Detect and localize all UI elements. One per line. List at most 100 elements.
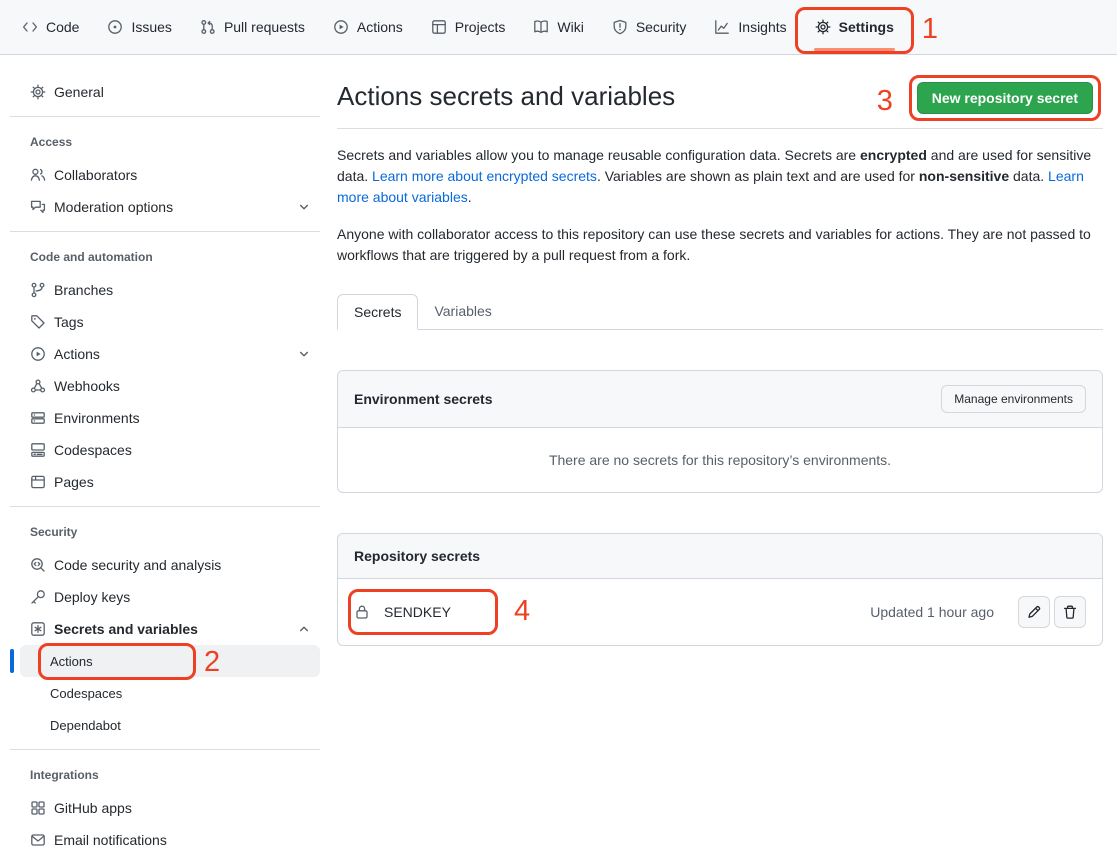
sidebar-item-codespaces[interactable]: Codespaces	[10, 434, 320, 466]
sidebar-item-general[interactable]: General	[10, 76, 320, 108]
tab-secrets[interactable]: Secrets	[337, 294, 418, 330]
sidebar-item-branches[interactable]: Branches	[10, 274, 320, 306]
sidebar-section-title-code-automation: Code and automation	[10, 240, 320, 274]
sidebar-item-pages[interactable]: Pages	[10, 466, 320, 498]
divider	[10, 506, 320, 507]
tab-code[interactable]: Code	[14, 11, 87, 43]
annotation-number-2: 2	[204, 648, 220, 677]
sidebar-subitem-actions[interactable]: Actions 2	[20, 645, 320, 677]
sidebar-section-title-access: Access	[10, 125, 320, 159]
key-icon	[30, 589, 46, 605]
tab-actions[interactable]: Actions	[325, 11, 411, 43]
tab-variables[interactable]: Variables	[418, 294, 507, 329]
sidebar-item-deploy-keys[interactable]: Deploy keys	[10, 581, 320, 613]
intro-text: .	[468, 189, 472, 205]
environment-secrets-card: Environment secrets Manage environments …	[337, 370, 1103, 493]
sidebar-item-actions[interactable]: Actions	[10, 338, 320, 370]
sidebar-item-secrets-and-variables[interactable]: Secrets and variables	[10, 613, 320, 645]
sidebar-item-label: Actions	[54, 346, 100, 362]
sidebar-subitem-codespaces[interactable]: Codespaces	[20, 677, 320, 709]
secret-updated-text: Updated 1 hour ago	[870, 604, 994, 620]
tab-label: Issues	[131, 19, 171, 35]
code-scan-icon	[30, 557, 46, 573]
tab-issues[interactable]: Issues	[99, 11, 179, 43]
tab-security[interactable]: Security	[604, 11, 695, 43]
sidebar-item-collaborators[interactable]: Collaborators	[10, 159, 320, 191]
sidebar-section-title-security: Security	[10, 515, 320, 549]
shield-icon	[612, 19, 628, 35]
manage-environments-button[interactable]: Manage environments	[941, 385, 1086, 413]
tab-pull-requests[interactable]: Pull requests	[192, 11, 313, 43]
sidebar-item-environments[interactable]: Environments	[10, 402, 320, 434]
key-asterisk-icon	[30, 621, 46, 637]
divider	[10, 231, 320, 232]
settings-sidebar: General Access Collaborators Moderation …	[10, 76, 320, 856]
link-learn-encrypted-secrets[interactable]: Learn more about encrypted secrets	[372, 168, 597, 184]
tag-icon	[30, 314, 46, 330]
environment-secrets-header: Environment secrets Manage environments	[338, 371, 1102, 428]
table-icon	[431, 19, 447, 35]
tab-label: Settings	[839, 19, 894, 35]
intro-bold-encrypted: encrypted	[860, 147, 927, 163]
secret-row: SENDKEY Updated 1 hour ago 4	[338, 579, 1102, 645]
gear-icon	[30, 84, 46, 100]
sidebar-item-label: General	[54, 84, 104, 100]
sidebar-item-email-notifications[interactable]: Email notifications	[10, 824, 320, 856]
secret-row-actions: Updated 1 hour ago	[870, 596, 1086, 628]
browser-icon	[30, 474, 46, 490]
delete-secret-button[interactable]	[1054, 596, 1086, 628]
divider	[10, 116, 320, 117]
chevron-up-icon	[298, 623, 310, 635]
comment-discussion-icon	[30, 199, 46, 215]
repository-secrets-header: Repository secrets	[338, 534, 1102, 579]
sidebar-item-code-security[interactable]: Code security and analysis	[10, 549, 320, 581]
annotation-number-4: 4	[514, 597, 530, 626]
secret-name: SENDKEY	[384, 604, 451, 620]
sidebar-item-tags[interactable]: Tags	[10, 306, 320, 338]
environment-secrets-empty-text: There are no secrets for this repository…	[338, 428, 1102, 492]
intro-text: data.	[1009, 168, 1048, 184]
divider	[10, 749, 320, 750]
edit-secret-button[interactable]	[1018, 596, 1050, 628]
sidebar-item-label: Tags	[54, 314, 84, 330]
graph-icon	[714, 19, 730, 35]
page-title-row: Actions secrets and variables New reposi…	[337, 80, 1103, 129]
sidebar-item-label: Pages	[54, 474, 94, 490]
tab-label: Actions	[357, 19, 403, 35]
sidebar-item-label: Secrets and variables	[54, 621, 198, 637]
sidebar-item-label: Dependabot	[50, 718, 121, 733]
sidebar-item-label: Webhooks	[54, 378, 120, 394]
sidebar-item-webhooks[interactable]: Webhooks	[10, 370, 320, 402]
sidebar-item-github-apps[interactable]: GitHub apps	[10, 792, 320, 824]
tab-label: Code	[46, 19, 79, 35]
trash-icon	[1062, 604, 1078, 620]
sidebar-item-label: Codespaces	[50, 686, 122, 701]
main-content: Actions secrets and variables New reposi…	[337, 75, 1103, 646]
sidebar-item-label: Email notifications	[54, 832, 167, 848]
git-branch-icon	[30, 282, 46, 298]
sidebar-section-title-integrations: Integrations	[10, 758, 320, 792]
annotation-number-3: 3	[877, 87, 893, 116]
sidebar-item-label: Actions	[50, 654, 93, 669]
code-icon	[22, 19, 38, 35]
tab-settings[interactable]: Settings 1	[807, 11, 902, 43]
intro-text: Secrets and variables allow you to manag…	[337, 147, 860, 163]
new-repository-secret-button[interactable]: New repository secret	[917, 82, 1093, 114]
sidebar-item-label: Moderation options	[54, 199, 173, 215]
page-title: Actions secrets and variables	[337, 80, 675, 113]
sidebar-subitem-dependabot[interactable]: Dependabot	[20, 709, 320, 741]
secrets-variables-tabnav: Secrets Variables	[337, 294, 1103, 330]
apps-icon	[30, 800, 46, 816]
sidebar-item-label: Environments	[54, 410, 140, 426]
intro-text: . Variables are shown as plain text and …	[597, 168, 919, 184]
repository-secrets-card: Repository secrets SENDKEY Updated 1 hou…	[337, 533, 1103, 646]
book-icon	[533, 19, 549, 35]
new-secret-button-wrap: New repository secret 3	[917, 82, 1093, 114]
tab-projects[interactable]: Projects	[423, 11, 514, 43]
tab-wiki[interactable]: Wiki	[525, 11, 591, 43]
codespaces-icon	[30, 442, 46, 458]
tab-label: Projects	[455, 19, 506, 35]
play-icon	[333, 19, 349, 35]
sidebar-item-moderation-options[interactable]: Moderation options	[10, 191, 320, 223]
tab-insights[interactable]: Insights	[706, 11, 794, 43]
